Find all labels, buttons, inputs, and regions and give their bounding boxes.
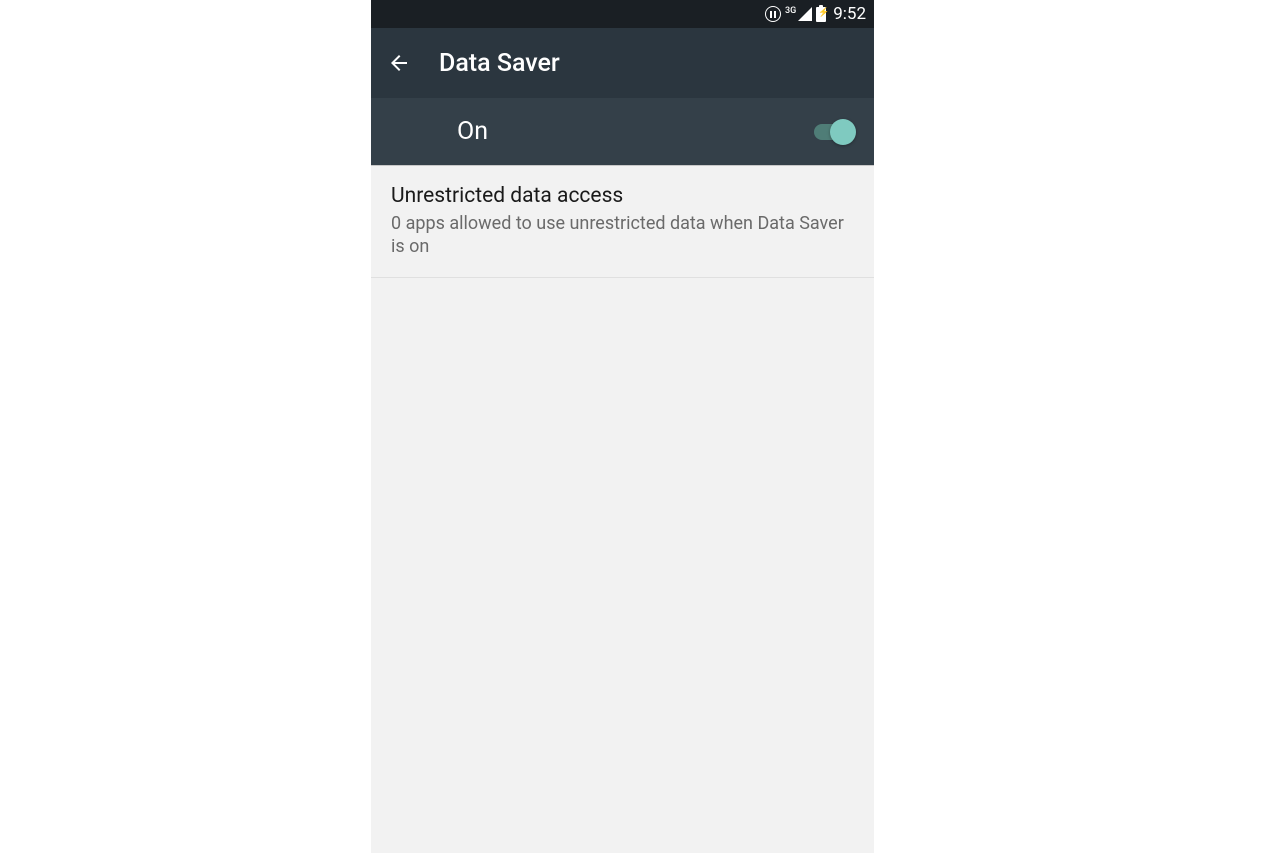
pause-icon xyxy=(765,6,781,22)
setting-item-description: 0 apps allowed to use unrestricted data … xyxy=(391,212,854,259)
page-title: Data Saver xyxy=(439,49,560,78)
device-frame: 3G ⚡ 9:52 Data Saver On Unrestricted dat… xyxy=(371,0,874,853)
network-type-label: 3G xyxy=(785,6,796,16)
status-time: 9:52 xyxy=(833,4,866,24)
settings-content: Unrestricted data access 0 apps allowed … xyxy=(371,166,874,853)
battery-icon: ⚡ xyxy=(816,7,826,22)
data-saver-toggle-row[interactable]: On xyxy=(371,98,874,166)
status-bar: 3G ⚡ 9:52 xyxy=(371,0,874,28)
toggle-state-label: On xyxy=(457,117,488,146)
unrestricted-data-access-item[interactable]: Unrestricted data access 0 apps allowed … xyxy=(371,166,874,278)
data-saver-switch[interactable] xyxy=(814,119,854,145)
app-bar: Data Saver xyxy=(371,28,874,98)
signal-icon xyxy=(798,7,812,21)
status-icons-group: 3G ⚡ 9:52 xyxy=(765,4,866,24)
back-arrow-icon[interactable] xyxy=(387,51,411,75)
setting-item-title: Unrestricted data access xyxy=(391,184,854,208)
